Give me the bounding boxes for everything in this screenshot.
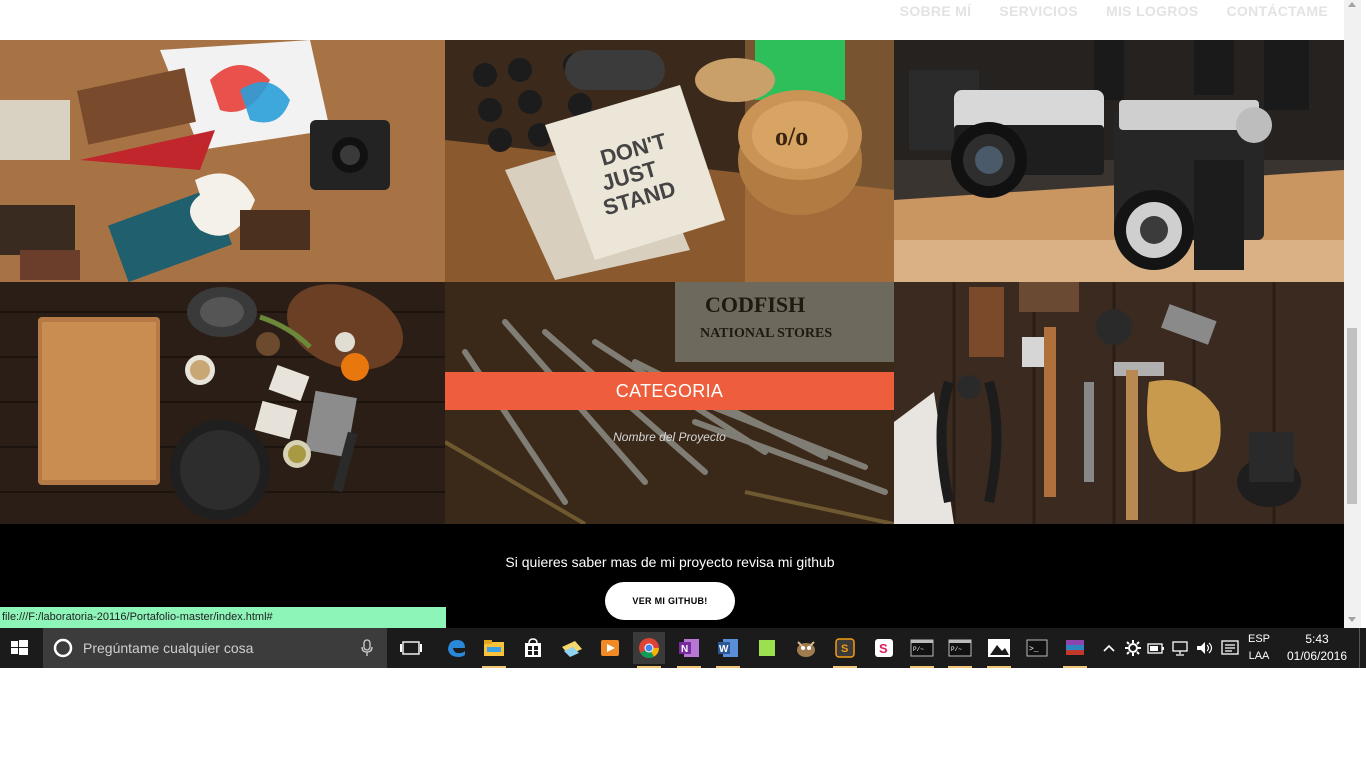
sublime-text-icon[interactable]: S xyxy=(829,632,861,668)
language-code[interactable]: ESP xyxy=(1244,633,1274,645)
sticky-notes-icon[interactable] xyxy=(556,632,588,664)
keyboard-layout[interactable]: LAA xyxy=(1244,650,1274,662)
terminal-window-1-icon[interactable]: P/~ xyxy=(906,632,938,668)
winrar-icon[interactable] xyxy=(1059,632,1091,668)
nav-links: SOBRE MÍ SERVICIOS MIS LOGROS CONTÁCTAME xyxy=(900,3,1328,19)
search-placeholder: Pregúntame cualquier cosa xyxy=(83,640,254,656)
chrome-icon[interactable] xyxy=(633,632,665,668)
scroll-down-arrow-icon[interactable] xyxy=(1348,617,1356,622)
scroll-up-arrow-icon[interactable] xyxy=(1348,2,1356,7)
windows-taskbar: Pregúntame cualquier cosa N W S S P/~ P/… xyxy=(0,628,1366,668)
portfolio-tile-cameras[interactable] xyxy=(894,40,1344,282)
battery-icon[interactable] xyxy=(1147,641,1165,655)
portfolio-tile-tools[interactable] xyxy=(894,282,1344,524)
portfolio-tile-branding[interactable] xyxy=(0,40,445,282)
svg-text:o/o: o/o xyxy=(775,122,808,151)
chevron-up-icon[interactable] xyxy=(1102,643,1116,653)
svg-text:S: S xyxy=(879,641,888,656)
cortana-circle-icon xyxy=(53,638,73,658)
page-scrollbar[interactable] xyxy=(1344,0,1361,628)
top-navbar: SOBRE MÍ SERVICIOS MIS LOGROS CONTÁCTAME xyxy=(0,0,1344,40)
windows-logo-icon xyxy=(11,640,28,655)
gimp-icon[interactable] xyxy=(790,632,822,664)
category-label: CATEGORIA xyxy=(445,372,894,410)
cortana-search-box[interactable]: Pregúntame cualquier cosa xyxy=(43,628,387,668)
terminal-window-2-icon[interactable]: P/~ xyxy=(944,632,976,668)
svg-text:N: N xyxy=(681,644,688,655)
svg-text:P/~: P/~ xyxy=(913,646,924,653)
portfolio-tile-cooking[interactable] xyxy=(0,282,445,524)
nav-link-mis-logros[interactable]: MIS LOGROS xyxy=(1106,3,1198,19)
status-bar-url: file:///F:/laboratoria-20116/Portafolio-… xyxy=(0,607,446,628)
file-explorer-icon[interactable] xyxy=(478,632,510,668)
github-button[interactable]: VER MI GITHUB! xyxy=(605,582,735,620)
svg-text:W: W xyxy=(719,644,729,655)
start-button[interactable] xyxy=(0,628,40,668)
svg-text:S: S xyxy=(841,643,848,655)
command-prompt-icon[interactable]: >_ xyxy=(1021,632,1053,664)
network-icon[interactable] xyxy=(1171,640,1189,656)
volume-icon[interactable] xyxy=(1195,640,1213,656)
store-icon[interactable] xyxy=(517,632,549,664)
svg-text:P/~: P/~ xyxy=(951,646,962,653)
word-icon[interactable]: W xyxy=(712,632,744,668)
scroll-thumb[interactable] xyxy=(1347,328,1357,504)
clock-time[interactable]: 5:43 xyxy=(1284,632,1350,646)
nav-link-sobre-mi[interactable]: SOBRE MÍ xyxy=(900,3,972,19)
settings-gear-icon[interactable] xyxy=(1125,640,1141,656)
green-app-icon[interactable] xyxy=(751,632,783,664)
svg-text:>_: >_ xyxy=(1029,645,1039,654)
slack-icon[interactable]: S xyxy=(868,632,900,664)
task-view-icon[interactable] xyxy=(395,632,427,664)
microphone-icon[interactable] xyxy=(360,639,374,657)
system-tray xyxy=(1100,628,1230,668)
notification-center-icon[interactable] xyxy=(1221,640,1239,656)
media-player-icon[interactable] xyxy=(594,632,626,664)
onenote-icon[interactable]: N xyxy=(673,632,705,668)
footer-text: Si quieres saber mas de mi proyecto revi… xyxy=(505,554,835,570)
nav-link-contactame[interactable]: CONTÁCTAME xyxy=(1226,3,1328,19)
clock-date[interactable]: 01/06/2016 xyxy=(1284,649,1350,663)
project-name: Nombre del Proyecto xyxy=(613,430,726,444)
portfolio-tile-pencils[interactable]: CODFISH NATIONAL STORES CATEGORIA Nombre… xyxy=(445,282,894,524)
portfolio-tile-notebooks[interactable]: DON'T JUST STAND o/o xyxy=(445,40,894,282)
edge-browser-icon[interactable] xyxy=(440,632,472,664)
show-desktop-button[interactable] xyxy=(1359,628,1366,668)
nav-link-servicios[interactable]: SERVICIOS xyxy=(999,3,1078,19)
photos-icon[interactable] xyxy=(983,632,1015,668)
